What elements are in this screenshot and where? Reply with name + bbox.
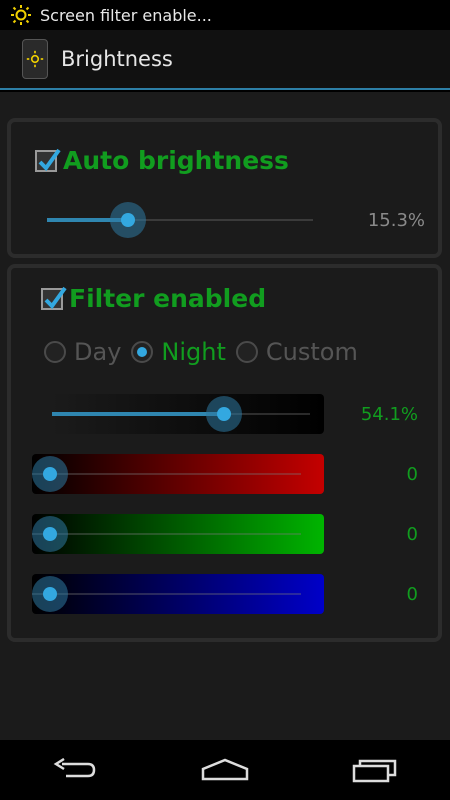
checkmark-icon <box>44 286 67 309</box>
filter-intensity-slider[interactable] <box>52 394 324 434</box>
slider-fill <box>52 412 225 416</box>
radio-button[interactable] <box>235 341 258 363</box>
radio-night[interactable]: Night <box>131 338 226 366</box>
radio-custom[interactable]: Custom <box>235 338 358 366</box>
navigation-bar <box>0 740 450 800</box>
auto-brightness-toggle[interactable]: Auto brightness <box>35 146 289 175</box>
action-bar: Brightness <box>0 30 450 90</box>
auto-brightness-label: Auto brightness <box>63 146 289 175</box>
app-icon[interactable] <box>22 39 48 79</box>
settings-content: Auto brightness 15.3% Filter enabled Day… <box>0 92 450 740</box>
auto-brightness-checkbox[interactable] <box>35 148 61 172</box>
slider-thumb[interactable] <box>110 202 147 238</box>
radio-button[interactable] <box>131 341 154 363</box>
slider-thumb[interactable] <box>32 456 68 492</box>
radio-day[interactable]: Day <box>44 338 121 366</box>
slider-thumb[interactable] <box>32 576 68 612</box>
filter-intensity-value: 54.1% <box>360 404 418 425</box>
checkmark-icon <box>38 148 61 171</box>
back-button[interactable] <box>40 750 110 790</box>
green-slider[interactable] <box>32 514 324 554</box>
back-icon <box>53 758 96 778</box>
sun-icon <box>26 50 44 68</box>
status-bar: Screen filter enable... <box>0 0 450 30</box>
blue-slider[interactable] <box>32 574 324 614</box>
radio-label: Night <box>161 338 226 366</box>
auto-brightness-value: 15.3% <box>367 210 425 231</box>
slider-thumb[interactable] <box>32 516 68 552</box>
filter-enabled-checkbox[interactable] <box>41 286 67 310</box>
radio-button[interactable] <box>44 341 66 363</box>
filter-mode-group: Day Night Custom <box>44 338 368 366</box>
auto-brightness-card: Auto brightness 15.3% <box>7 118 442 258</box>
recent-apps-button[interactable] <box>340 750 410 790</box>
page-title: Brightness <box>61 47 173 71</box>
auto-brightness-slider[interactable] <box>47 200 313 240</box>
blue-value: 0 <box>406 584 418 605</box>
home-button[interactable] <box>190 750 260 790</box>
sun-icon <box>11 5 31 25</box>
red-slider[interactable] <box>32 454 324 494</box>
radio-label: Custom <box>265 338 358 366</box>
radio-label: Day <box>74 338 122 366</box>
filter-enabled-label: Filter enabled <box>69 284 267 313</box>
filter-enabled-toggle[interactable]: Filter enabled <box>41 284 266 313</box>
green-value: 0 <box>406 524 418 545</box>
recent-apps-icon <box>352 759 397 783</box>
notification-text: Screen filter enable... <box>40 5 212 25</box>
red-value: 0 <box>406 464 418 485</box>
slider-thumb[interactable] <box>206 396 243 432</box>
filter-card: Filter enabled Day Night Custom 54.1% 0 … <box>7 264 442 642</box>
home-icon <box>201 758 249 781</box>
